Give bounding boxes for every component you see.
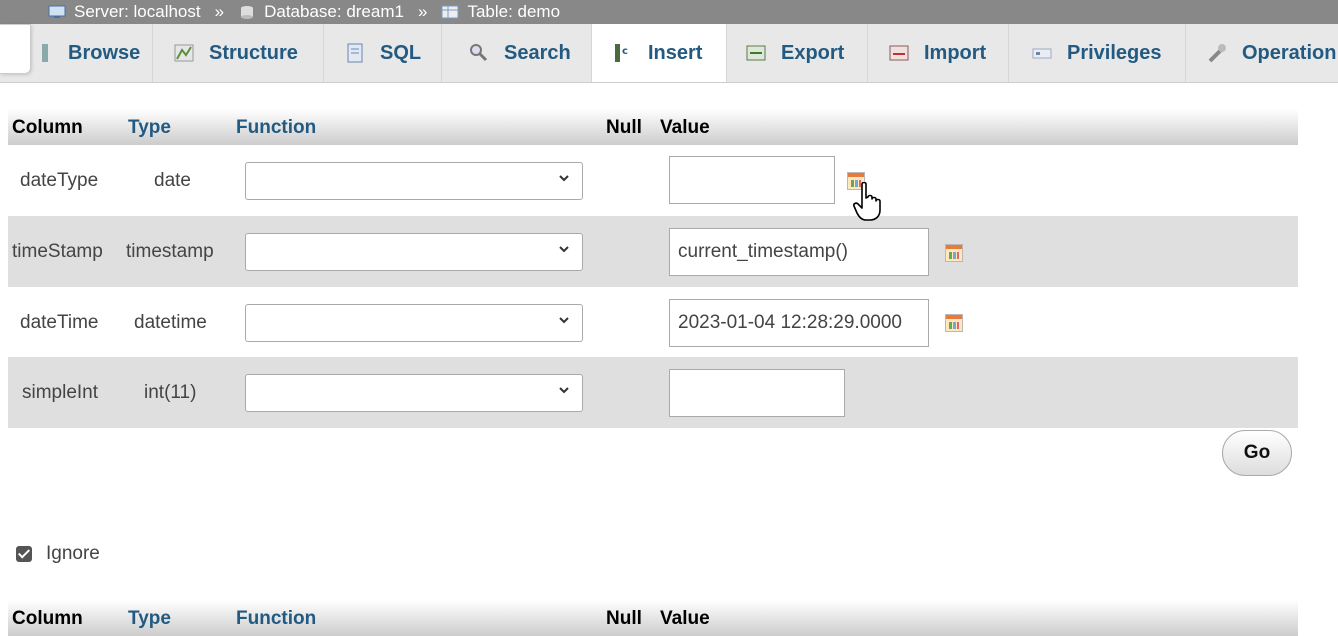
table-row: timeStamp timestamp current_timestamp(): [8, 216, 1298, 287]
column-type: date: [154, 169, 191, 191]
chevron-down-icon: [559, 246, 569, 253]
ignore-checkbox-row[interactable]: Ignore: [16, 543, 100, 565]
table-row: dateTime datetime 2023-01-04 12:28:29.00…: [8, 287, 1298, 358]
breadcrumb-server-label: Server: localhost: [74, 2, 201, 21]
tab-operation[interactable]: Operation: [1186, 24, 1338, 82]
database-icon: [241, 6, 254, 19]
search-icon: [470, 44, 488, 62]
ignore-label: Ignore: [46, 543, 100, 564]
chevron-down-icon: [559, 387, 569, 394]
insert-icon: c: [615, 44, 628, 62]
chevron-down-icon: [559, 175, 569, 182]
header-value: Value: [660, 608, 710, 629]
column-type: timestamp: [126, 240, 214, 262]
value-input[interactable]: current_timestamp(): [669, 228, 929, 276]
tab-privileges-label: Privileges: [1067, 41, 1162, 64]
table-header: Column Type Function Null Value: [8, 109, 1298, 145]
breadcrumb-table[interactable]: Table: demo: [441, 2, 560, 22]
value-input-text: current_timestamp(): [678, 241, 848, 262]
breadcrumb-table-label: Table: demo: [467, 2, 561, 21]
tab-export-label: Export: [781, 41, 845, 64]
svg-text:c: c: [622, 46, 628, 57]
header-function[interactable]: Function: [236, 117, 316, 139]
go-button[interactable]: Go: [1222, 430, 1292, 476]
tab-sql-label: SQL: [380, 41, 422, 64]
import-icon: [889, 45, 909, 61]
value-input-text: 2023-01-04 12:28:29.0000: [678, 312, 902, 333]
structure-icon: [174, 44, 194, 62]
wrench-icon: [1208, 44, 1226, 63]
breadcrumb-separator: »: [417, 2, 428, 21]
table-icon: [441, 5, 459, 19]
chevron-down-icon: [559, 317, 569, 324]
header-type[interactable]: Type: [128, 608, 171, 630]
tab-import[interactable]: Import: [868, 24, 1009, 82]
privileges-icon: [1032, 48, 1052, 59]
navigation-panel-toggle[interactable]: [0, 24, 31, 74]
value-input[interactable]: [669, 369, 845, 417]
export-icon: [746, 45, 766, 61]
header-null: Null: [606, 608, 642, 629]
breadcrumb-database[interactable]: Database: dream1: [238, 2, 404, 22]
tab-insert[interactable]: c Insert: [592, 24, 727, 82]
hand-cursor-icon: [853, 182, 881, 221]
header-type[interactable]: Type: [128, 117, 171, 139]
column-name: dateType: [20, 169, 99, 191]
table-header-second: Column Type Function Null Value: [8, 600, 1298, 636]
sql-icon: [347, 43, 363, 63]
table-row: simpleInt int(11): [8, 357, 1298, 428]
tab-bar: Browse Structure SQL Search c Insert Exp…: [0, 24, 1338, 83]
tab-sql[interactable]: SQL: [324, 24, 442, 82]
header-function[interactable]: Function: [236, 608, 316, 630]
breadcrumb-database-label: Database: dream1: [264, 2, 404, 21]
value-input[interactable]: 2023-01-04 12:28:29.0000: [669, 299, 929, 347]
table-row: dateType date: [8, 145, 1298, 216]
column-name: simpleInt: [22, 381, 99, 403]
function-select[interactable]: [245, 162, 583, 200]
tab-import-label: Import: [924, 41, 987, 64]
breadcrumb-separator: »: [214, 2, 225, 21]
tab-structure-label: Structure: [209, 41, 298, 64]
breadcrumb: Server: localhost » Database: dream1 » T…: [0, 0, 1338, 24]
breadcrumb-server[interactable]: Server: localhost: [48, 2, 201, 22]
tab-operation-label: Operation: [1242, 41, 1337, 64]
ignore-checkbox[interactable]: [16, 546, 32, 562]
function-select[interactable]: [245, 233, 583, 271]
column-name: dateTime: [20, 311, 99, 333]
tab-insert-label: Insert: [648, 41, 703, 64]
value-input[interactable]: [669, 156, 835, 204]
tab-browse-label: Browse: [68, 41, 141, 64]
tab-privileges[interactable]: Privileges: [1009, 24, 1186, 82]
header-column: Column: [12, 608, 83, 629]
column-type: int(11): [144, 381, 197, 403]
header-value: Value: [660, 117, 710, 138]
tab-browse[interactable]: Browse: [20, 24, 153, 82]
calendar-icon[interactable]: [945, 314, 963, 332]
tab-search[interactable]: Search: [442, 24, 592, 82]
header-column: Column: [12, 117, 83, 138]
tab-export[interactable]: Export: [727, 24, 868, 82]
browse-icon: [42, 42, 48, 64]
tab-search-label: Search: [504, 41, 571, 64]
function-select[interactable]: [245, 374, 583, 412]
function-select[interactable]: [245, 304, 583, 342]
calendar-icon[interactable]: [945, 244, 963, 262]
column-name: timeStamp: [12, 240, 103, 262]
tab-structure[interactable]: Structure: [153, 24, 324, 82]
header-null: Null: [606, 117, 642, 138]
server-icon: [48, 5, 66, 18]
column-type: datetime: [134, 311, 207, 333]
